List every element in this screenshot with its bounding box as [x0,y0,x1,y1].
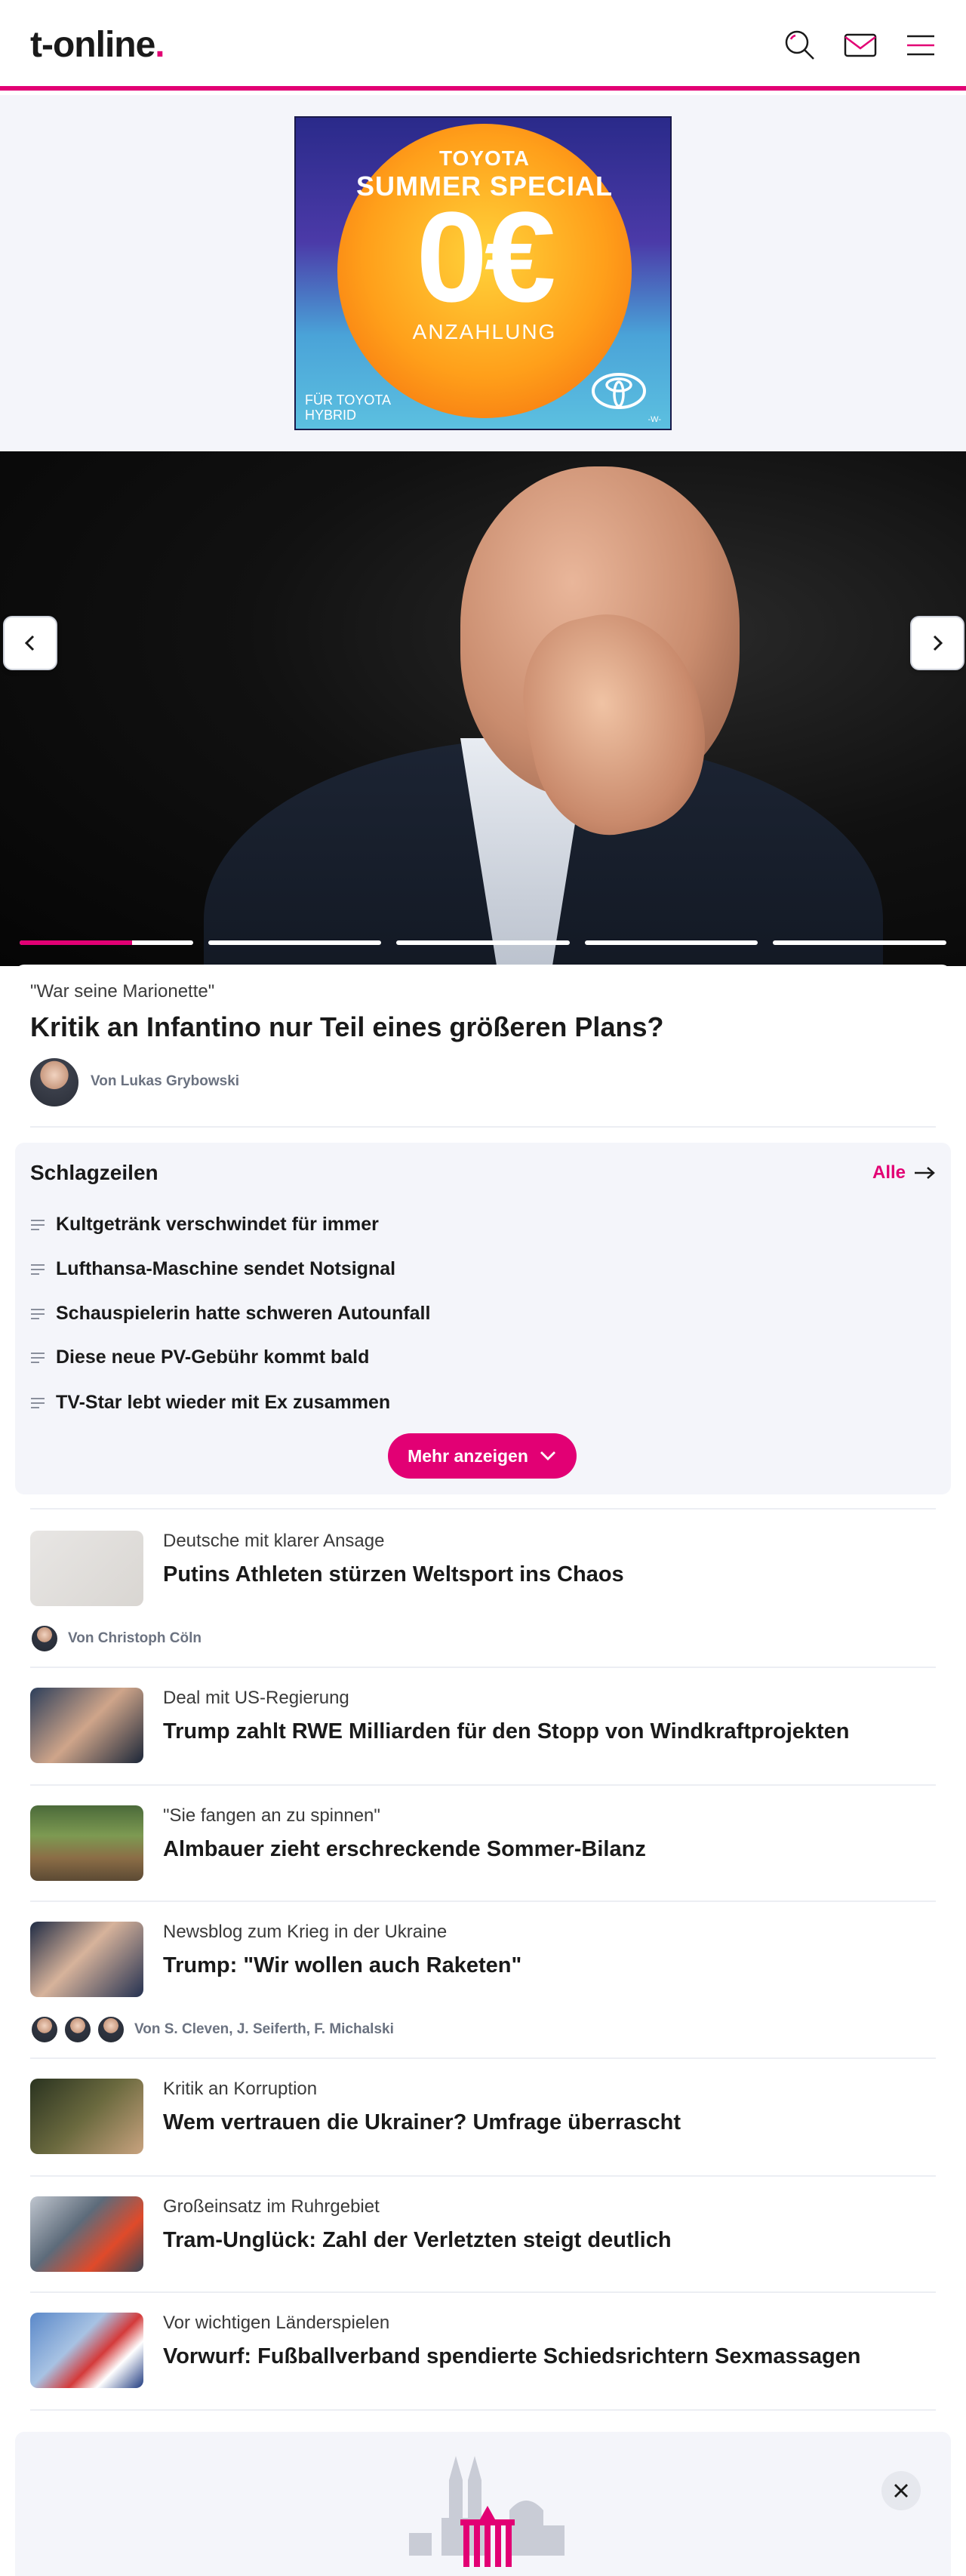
author-avatar [63,2015,92,2044]
headline-text: Diese neue PV-Gebühr kommt bald [56,1346,370,1368]
ad-footer: FÜR TOYOTA HYBRID [305,392,391,423]
carousel-prev-button[interactable] [3,616,57,670]
divider [30,2291,936,2293]
toyota-ad-banner[interactable]: TOYOTA SUMMER SPECIAL 0€ ANZAHLUNG FÜR T… [294,116,672,430]
news-kicker: Deutsche mit klarer Ansage [163,1531,385,1551]
news-kicker: Deal mit US-Regierung [163,1688,349,1708]
text-lines-icon [31,1263,45,1275]
headline-item[interactable]: TV-Star lebt wieder mit Ex zusammen [30,1392,390,1414]
hero-kicker: "War seine Marionette" [30,981,215,1002]
carousel-indicator[interactable] [208,940,382,945]
search-icon[interactable] [782,27,818,63]
carousel-indicator-progress [20,940,133,945]
headline-text: TV-Star lebt wieder mit Ex zusammen [56,1392,391,1413]
toyota-logo-icon [592,373,646,409]
news-thumbnail[interactable] [30,1531,143,1606]
headline-text: Lufthansa-Maschine sendet Notsignal [56,1258,396,1279]
chevron-right-icon [933,635,943,651]
news-title[interactable]: Tram-Unglück: Zahl der Verletzten steigt… [163,2228,672,2253]
news-author: Von S. Cleven, J. Seiferth, F. Michalski [134,2021,394,2037]
carousel-indicator[interactable] [20,940,193,945]
show-more-button[interactable]: Mehr anzeigen [388,1433,577,1479]
text-lines-icon [31,1219,45,1230]
divider [30,1900,936,1902]
carousel-indicator[interactable] [773,940,946,945]
ad-subline: ANZAHLUNG [412,320,557,343]
news-title[interactable]: Trump: "Wir wollen auch Raketen" [163,1953,521,1978]
news-thumbnail[interactable] [30,2196,143,2272]
arrow-right-icon [915,1167,935,1179]
news-byline[interactable]: Von Christoph Cöln [30,1624,202,1653]
divider [30,1667,936,1668]
news-title[interactable]: Almbauer zieht erschreckende Sommer-Bila… [163,1837,646,1862]
news-byline[interactable]: Von S. Cleven, J. Seiferth, F. Michalski [30,2015,394,2044]
ad-mark: -W- [648,415,661,424]
news-kicker: Kritik an Korruption [163,2079,318,2099]
headline-item[interactable]: Diese neue PV-Gebühr kommt bald [30,1346,369,1368]
promo-close-button[interactable] [881,2471,921,2510]
carousel-indicator[interactable] [396,940,570,945]
carousel-indicator[interactable] [584,940,758,945]
headline-text: Schauspielerin hatte schweren Autounfall [56,1303,431,1324]
author-avatar [97,2015,125,2044]
news-thumbnail[interactable] [30,2079,143,2154]
show-more-label: Mehr anzeigen [408,1445,528,1466]
text-lines-icon [31,1352,45,1363]
divider [30,2057,936,2059]
close-icon [894,2484,908,2498]
chevron-down-icon [540,1451,555,1460]
divider [30,1784,936,1786]
news-kicker: Newsblog zum Krieg in der Ukraine [163,1922,448,1942]
site-logo[interactable]: t-online. [30,24,165,66]
news-thumbnail[interactable] [30,1922,143,1997]
ad-amount: 0€ [416,186,555,329]
headline-item[interactable]: Kultgetränk verschwindet für immer [30,1214,379,1236]
headlines-all-label: Alle [872,1162,906,1183]
news-kicker: Vor wichtigen Länderspielen [163,2313,390,2333]
headline-text: Kultgetränk verschwindet für immer [56,1214,379,1235]
headlines-box: Schlagzeilen Alle Kultgetränk verschwind… [15,1143,951,1494]
carousel-next-button[interactable] [910,616,964,670]
hero-image[interactable] [0,451,966,966]
text-lines-icon [31,1397,45,1408]
author-avatar [30,1624,59,1653]
site-header: t-online. [0,0,966,91]
divider [30,1508,936,1510]
headline-item[interactable]: Lufthansa-Maschine sendet Notsignal [30,1258,395,1280]
news-title[interactable]: Vorwurf: Fußballverband spendierte Schie… [163,2344,861,2369]
ad-brand: TOYOTA [438,146,531,170]
headlines-all-link[interactable]: Alle [872,1162,936,1183]
news-kicker: Großeinsatz im Ruhrgebiet [163,2196,380,2217]
headline-item[interactable]: Schauspielerin hatte schweren Autounfall [30,1303,430,1325]
promo-box [15,2432,951,2576]
hero-caption[interactable]: "War seine Marionette" Kritik an Infanti… [15,965,951,1116]
news-kicker: "Sie fangen an zu spinnen" [163,1805,380,1826]
mail-icon[interactable] [842,27,878,63]
berlin-cologne-skyline-icon [409,2456,565,2567]
news-title[interactable]: Putins Athleten stürzen Weltsport ins Ch… [163,1562,624,1587]
author-avatar [30,2015,59,2044]
news-author: Von Christoph Cöln [68,1630,202,1646]
carousel-indicators [20,940,946,946]
text-lines-icon [31,1308,45,1319]
chevron-left-icon [24,635,35,651]
hero-author[interactable]: Von Lukas Grybowski [91,1073,239,1090]
news-thumbnail[interactable] [30,2313,143,2388]
news-title[interactable]: Wem vertrauen die Ukrainer? Umfrage über… [163,2110,681,2135]
news-thumbnail[interactable] [30,1805,143,1881]
divider [30,1126,936,1128]
ad-zone: TOYOTA SUMMER SPECIAL 0€ ANZAHLUNG FÜR T… [0,95,966,451]
news-thumbnail[interactable] [30,1688,143,1763]
author-avatar [29,1057,80,1108]
menu-icon[interactable] [903,27,939,63]
hero-title[interactable]: Kritik an Infantino nur Teil eines größe… [30,1011,663,1043]
divider [30,2409,936,2411]
headlines-title: Schlagzeilen [30,1161,158,1184]
divider [30,2175,936,2177]
news-title[interactable]: Trump zahlt RWE Milliarden für den Stopp… [163,1719,850,1744]
